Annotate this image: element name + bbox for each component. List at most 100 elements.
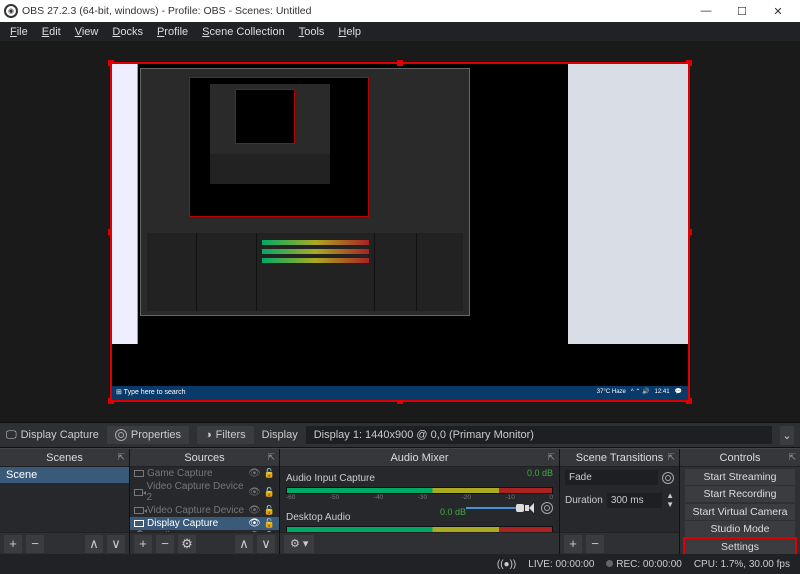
selected-source-bounds[interactable]: ⊞ Type here to search 37°C Haze ^ ⌃ 🔊 12… (110, 62, 690, 402)
status-bar: ((●)) LIVE: 00:00:00 REC: 00:00:00 CPU: … (0, 554, 800, 574)
source-row[interactable]: Video Capture Device 2👁🔓 (130, 480, 279, 504)
start-virtual-camera-button[interactable]: Start Virtual Camera (685, 504, 795, 520)
source-properties-button[interactable]: ⚙ (178, 535, 196, 553)
minimize-button[interactable]: — (688, 0, 724, 22)
dock-detach-icon[interactable]: ⇱ (547, 452, 555, 463)
nested-panels (147, 233, 463, 311)
add-transition-button[interactable]: + (564, 535, 582, 553)
transition-settings-button[interactable] (662, 472, 674, 484)
source-up-button[interactable]: ∧ (235, 535, 253, 553)
nested-preview (189, 77, 369, 217)
context-source-label: Display Capture (21, 429, 99, 441)
menu-scene-collection[interactable]: Scene Collection (196, 24, 291, 40)
broadcast-icon: ((●)) (497, 559, 516, 570)
studio-mode-button[interactable]: Studio Mode (685, 521, 795, 537)
preview-canvas[interactable]: ⊞ Type here to search 37°C Haze ^ ⌃ 🔊 12… (0, 41, 800, 422)
controls-panel: Controls ⇱ Start Streaming Start Recordin… (680, 449, 800, 554)
lock-toggle[interactable]: 🔓 (264, 518, 275, 529)
display-dropdown-button[interactable]: ⌄ (780, 426, 794, 445)
settings-button[interactable]: Settings (685, 539, 795, 555)
start-recording-button[interactable]: Start Recording (685, 486, 795, 502)
transitions-title: Scene Transitions (576, 452, 663, 464)
display-select[interactable]: Display 1: 1440x900 @ 0,0 (Primary Monit… (306, 426, 772, 444)
menu-tools[interactable]: Tools (293, 24, 331, 40)
maximize-button[interactable]: ☐ (724, 0, 760, 22)
source-row[interactable]: Game Capture👁🔓 (130, 467, 279, 480)
audio-mixer-panel: Audio Mixer ⇱ Audio Input Capture 0.0 dB … (280, 449, 560, 554)
mixer-track: Audio Input Capture 0.0 dB -60-50-40-30-… (280, 467, 559, 506)
remove-scene-button[interactable]: − (26, 535, 44, 553)
scenes-panel: Scenes⇱ Scene + − ∧ ∨ (0, 449, 130, 554)
camera-icon (134, 507, 144, 514)
close-button[interactable]: ✕ (760, 0, 796, 22)
nested-window (112, 64, 138, 344)
track-settings-button[interactable] (541, 502, 553, 514)
controls-title: Controls (720, 452, 761, 464)
lock-toggle[interactable]: 🔓 (264, 505, 275, 516)
meter-scale: -60-50-40-30-20-100 (286, 494, 553, 502)
mixer-title: Audio Mixer (390, 452, 448, 464)
source-toolbar: 🖵 Display Capture Properties ◑Filters Di… (0, 422, 800, 448)
lock-toggle[interactable]: 🔓 (264, 468, 275, 479)
display-label: Display (262, 429, 298, 441)
menu-view[interactable]: View (69, 24, 105, 40)
resize-handle[interactable] (397, 60, 403, 66)
visibility-toggle[interactable]: 👁 (248, 468, 261, 479)
dock-detach-icon[interactable]: ⇱ (788, 452, 796, 463)
menu-profile[interactable]: Profile (151, 24, 194, 40)
audio-meter (286, 526, 553, 532)
gear-icon (115, 429, 127, 441)
scene-down-button[interactable]: ∨ (107, 535, 125, 553)
status-cpu: CPU: 1.7%, 30.00 fps (694, 559, 790, 570)
remove-source-button[interactable]: − (156, 535, 174, 553)
source-down-button[interactable]: ∨ (257, 535, 275, 553)
transitions-panel: Scene Transitions⇱ Fade Duration 300 ms … (560, 449, 680, 554)
visibility-toggle[interactable]: 👁 (248, 505, 261, 516)
menu-help[interactable]: Help (332, 24, 367, 40)
status-rec: REC: 00:00:00 (616, 559, 682, 570)
status-live: LIVE: 00:00:00 (528, 559, 594, 570)
sources-title: Sources (184, 452, 224, 464)
menu-edit[interactable]: Edit (36, 24, 67, 40)
audio-meter (286, 487, 553, 494)
mixer-settings-button[interactable]: ⚙ ▾ (284, 535, 314, 553)
lock-toggle[interactable]: 🔓 (264, 487, 275, 498)
scene-item[interactable]: Scene (0, 467, 129, 483)
visibility-toggle[interactable]: 👁 (248, 531, 261, 532)
start-streaming-button[interactable]: Start Streaming (685, 469, 795, 485)
menu-file[interactable]: File (4, 24, 34, 40)
track-db: 0.0 dB (440, 507, 466, 517)
nested-window (568, 64, 688, 344)
remove-transition-button[interactable]: − (586, 535, 604, 553)
filters-button[interactable]: ◑Filters (197, 426, 254, 444)
duration-input[interactable]: 300 ms (607, 493, 662, 508)
add-source-button[interactable]: + (134, 535, 152, 553)
window-titlebar: ◉ OBS 27.2.3 (64-bit, windows) - Profile… (0, 0, 800, 22)
properties-button[interactable]: Properties (107, 426, 189, 444)
menu-bar: File Edit View Docks Profile Scene Colle… (0, 22, 800, 41)
window-title: OBS 27.2.3 (64-bit, windows) - Profile: … (22, 5, 311, 17)
duration-stepper[interactable]: ▲▼ (666, 491, 674, 509)
mute-button[interactable] (525, 502, 537, 514)
rec-dot-icon (606, 560, 613, 567)
lock-toggle[interactable]: 🔓 (264, 531, 275, 532)
docks-row: Scenes⇱ Scene + − ∧ ∨ Sources ⇱ Game Capt… (0, 448, 800, 554)
add-scene-button[interactable]: + (4, 535, 22, 553)
volume-slider[interactable] (466, 507, 521, 509)
source-row[interactable]: Display Capture👁🔓 (130, 517, 279, 530)
source-row[interactable]: Video Capture Device👁🔓 (130, 504, 279, 517)
dock-detach-icon[interactable]: ⇱ (117, 452, 125, 463)
transition-select[interactable]: Fade (565, 470, 658, 485)
nested-taskbar: ⊞ Type here to search 37°C Haze ^ ⌃ 🔊 12… (112, 386, 688, 400)
camera-icon (134, 489, 143, 496)
scene-up-button[interactable]: ∧ (85, 535, 103, 553)
dock-detach-icon[interactable]: ⇱ (667, 452, 675, 463)
dock-detach-icon[interactable]: ⇱ (267, 452, 275, 463)
sources-panel: Sources ⇱ Game Capture👁🔓 Video Capture De… (130, 449, 280, 554)
mic-icon: 🎙 (134, 531, 147, 532)
source-row[interactable]: 🎙Audio Input Capture👁🔓 (130, 530, 279, 532)
menu-docks[interactable]: Docks (106, 24, 149, 40)
visibility-toggle[interactable]: 👁 (248, 487, 261, 498)
obs-icon: ◉ (4, 4, 18, 18)
visibility-toggle[interactable]: 👁 (248, 518, 261, 529)
